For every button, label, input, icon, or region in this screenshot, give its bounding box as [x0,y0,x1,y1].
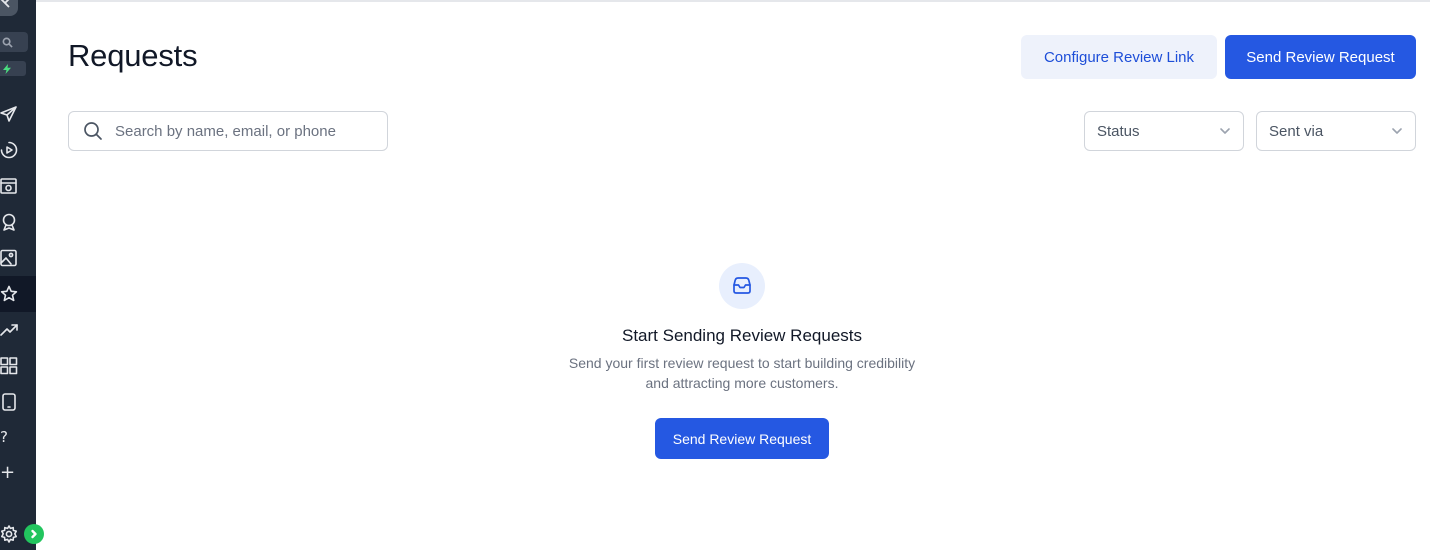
configure-review-link-button[interactable]: Configure Review Link [1021,35,1217,79]
empty-state-description-line: and attracting more customers. [645,375,839,391]
sent-via-filter-select[interactable]: Sent via [1256,111,1416,151]
send-icon[interactable] [0,105,18,123]
empty-state-description: Send your first review request to start … [542,353,942,393]
grid-icon[interactable] [0,357,18,375]
play-circle-icon[interactable] [0,141,18,159]
star-icon[interactable] [0,285,18,303]
bolt-icon[interactable] [0,61,26,76]
gear-icon[interactable] [0,525,18,543]
award-icon[interactable] [0,213,18,231]
expand-sidebar-button[interactable] [24,524,44,544]
page-title: Requests [68,38,198,73]
browser-icon[interactable] [0,177,18,195]
help-icon[interactable]: ? [0,428,14,446]
status-filter-select[interactable]: Status [1084,111,1244,151]
empty-state-send-review-request-button[interactable]: Send Review Request [655,418,829,459]
top-divider [36,0,1430,2]
empty-state-description-line: Send your first review request to start … [568,355,916,371]
sidebar-search-button[interactable] [0,32,28,52]
trending-up-icon[interactable] [0,321,18,339]
inbox-icon [719,263,765,309]
sent-via-filter-label: Sent via [1269,122,1324,140]
mobile-icon[interactable] [0,393,18,411]
send-review-request-button[interactable]: Send Review Request [1225,35,1416,79]
sidebar: ? + [0,0,36,550]
workspace-logo-icon[interactable] [0,0,18,16]
search-icon [84,122,102,140]
empty-state-title: Start Sending Review Requests [621,326,863,345]
search-placeholder: Search by name, email, or phone [115,122,336,140]
image-icon[interactable] [0,249,18,267]
chevron-down-icon [1392,128,1402,134]
status-filter-label: Status [1097,122,1140,140]
search-input[interactable]: Search by name, email, or phone [68,111,388,151]
plus-icon[interactable]: + [0,462,15,483]
chevron-down-icon [1220,128,1230,134]
